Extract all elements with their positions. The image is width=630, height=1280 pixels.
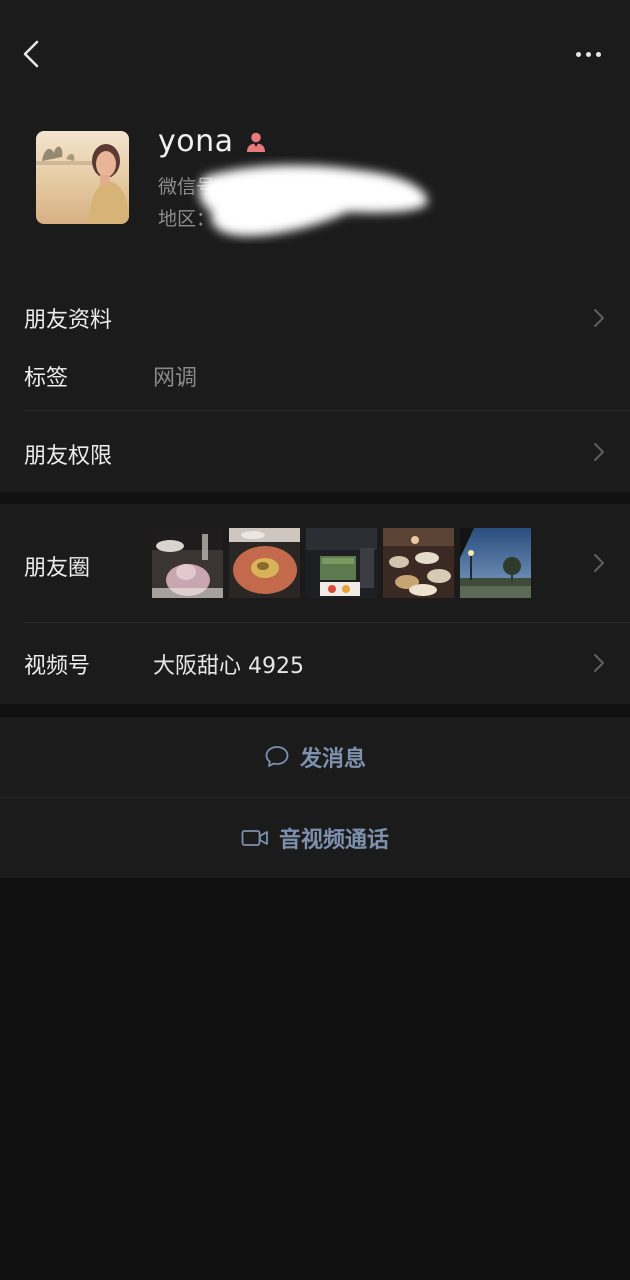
send-message-label: 发消息 bbox=[299, 747, 366, 772]
back-button[interactable] bbox=[14, 34, 54, 74]
friend-info-label: 朋友资料 bbox=[24, 308, 113, 333]
chevron-right-icon bbox=[594, 443, 604, 461]
moment-thumbnail bbox=[460, 528, 531, 598]
moments-row[interactable]: 朋友圈 bbox=[0, 504, 630, 622]
contact-profile-page: yona 微信号： 地区： 朋友资料 标签 网调 朋友权限 朋友圈 视频号 大阪… bbox=[0, 0, 630, 1280]
chat-bubble-icon bbox=[265, 746, 289, 767]
chevron-right-icon bbox=[594, 309, 604, 327]
info-section: 朋友资料 标签 网调 朋友权限 bbox=[0, 270, 630, 492]
video-camera-icon bbox=[241, 830, 268, 846]
permissions-row[interactable]: 朋友权限 bbox=[0, 410, 630, 492]
moment-thumbnail bbox=[229, 528, 300, 598]
name-row: yona bbox=[158, 124, 268, 159]
friend-info-row[interactable]: 朋友资料 bbox=[0, 270, 630, 358]
more-button[interactable] bbox=[568, 38, 608, 70]
moment-thumbnail bbox=[152, 528, 223, 598]
profile-header: yona 微信号： 地区： bbox=[0, 110, 630, 270]
more-dot bbox=[595, 51, 601, 57]
avatar-photo bbox=[36, 131, 129, 224]
female-icon bbox=[246, 132, 265, 152]
chevron-right-icon bbox=[594, 554, 604, 572]
tags-label: 标签 bbox=[24, 366, 69, 391]
avatar[interactable] bbox=[36, 131, 129, 224]
moment-thumbnail bbox=[306, 528, 377, 598]
chevron-left-icon bbox=[23, 40, 39, 68]
moments-label: 朋友圈 bbox=[24, 556, 91, 581]
tags-row[interactable]: 标签 网调 bbox=[0, 358, 630, 410]
more-dot bbox=[585, 51, 591, 57]
video-call-button[interactable]: 音视频通话 bbox=[0, 798, 630, 878]
permissions-label: 朋友权限 bbox=[24, 444, 113, 469]
channels-value: 大阪甜心 4925 bbox=[153, 654, 304, 679]
channels-row[interactable]: 视频号 大阪甜心 4925 bbox=[0, 622, 630, 704]
tags-value: 网调 bbox=[153, 366, 198, 391]
top-bar bbox=[0, 0, 630, 110]
video-call-label: 音视频通话 bbox=[278, 828, 389, 853]
moments-section: 朋友圈 视频号 大阪甜心 4925 bbox=[0, 504, 630, 704]
channels-label: 视频号 bbox=[24, 654, 91, 679]
send-message-button[interactable]: 发消息 bbox=[0, 717, 630, 797]
redaction-blur bbox=[198, 165, 428, 236]
moment-thumbnail bbox=[383, 528, 454, 598]
more-dots-icon bbox=[575, 51, 581, 57]
profile-name: yona bbox=[158, 124, 234, 159]
chevron-right-icon bbox=[594, 654, 604, 672]
moments-thumbnails bbox=[152, 528, 531, 598]
